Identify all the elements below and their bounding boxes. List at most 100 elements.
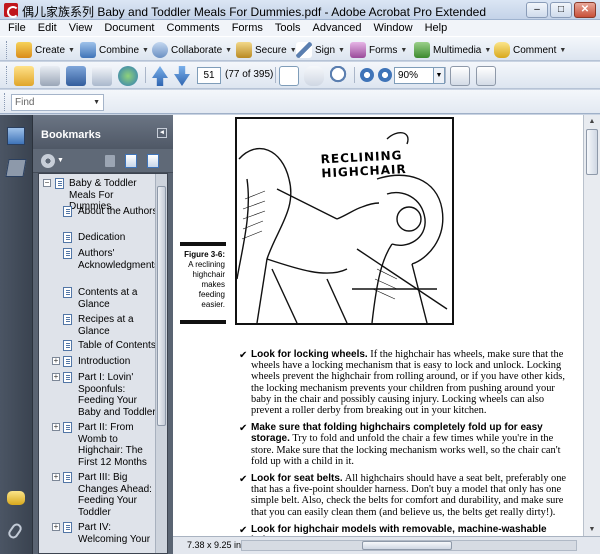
create-button[interactable]: Create ▼	[16, 42, 75, 58]
previous-page-icon[interactable]	[152, 66, 168, 86]
page-number-input[interactable]	[197, 67, 221, 84]
chevron-down-icon: ▼	[435, 72, 443, 79]
toolbar-grip[interactable]	[6, 41, 9, 59]
multimedia-button[interactable]: Multimedia ▼	[414, 42, 491, 58]
delete-trash-icon[interactable]	[105, 155, 115, 167]
collapse-panel-button[interactable]: ◂	[157, 128, 167, 138]
expand-toggle-icon[interactable]: +	[52, 523, 60, 531]
bookmarks-panel-icon[interactable]	[7, 127, 25, 145]
email-icon[interactable]	[92, 66, 112, 86]
expand-toggle-icon[interactable]: +	[52, 473, 60, 481]
chevron-down-icon[interactable]: ▼	[93, 95, 100, 110]
menu-document[interactable]: Document	[104, 22, 154, 34]
toolbar-separator	[354, 67, 355, 83]
bookmarks-title: Bookmarks	[41, 129, 101, 141]
bookmarks-scrollbar[interactable]	[155, 174, 167, 553]
find-input[interactable]: Find ▼	[11, 94, 104, 111]
toolbar-grip[interactable]	[6, 66, 9, 84]
list-item: ✔ Look for locking wheels. If the highch…	[239, 349, 565, 417]
zoom-in-icon[interactable]	[378, 68, 392, 82]
print-icon[interactable]	[40, 66, 60, 86]
expand-toggle-icon[interactable]: +	[52, 357, 60, 365]
scrollbar-thumb[interactable]	[586, 129, 598, 175]
collaborate-icon	[152, 42, 168, 58]
bookmark-page-icon	[63, 232, 72, 243]
fit-page-icon[interactable]	[450, 66, 470, 86]
toolbar-separator	[445, 67, 446, 83]
lock-icon	[236, 42, 252, 58]
maximize-button[interactable]: □	[550, 2, 572, 18]
close-button[interactable]: ✕	[574, 2, 596, 18]
bookmark-page-icon	[63, 422, 72, 433]
sign-button[interactable]: Sign ▼	[296, 42, 345, 58]
menu-forms[interactable]: Forms	[232, 22, 263, 34]
select-text-cursor-icon[interactable]	[279, 66, 299, 86]
document-view: RECLINING HIGHCHAIR Figure 3-6: A reclin…	[173, 115, 600, 554]
zoom-dropdown-button[interactable]: ▼	[433, 67, 445, 84]
title-bar: 偶儿家族系列 Baby and Toddler Meals For Dummie…	[0, 0, 600, 20]
scrollbar-thumb[interactable]	[362, 541, 452, 550]
new-bookmark-icon[interactable]	[125, 154, 137, 168]
scroll-up-icon[interactable]: ▲	[584, 115, 600, 128]
document-scrollbar[interactable]: ▲ ▼	[583, 115, 600, 536]
scroll-down-icon[interactable]: ▼	[584, 523, 600, 536]
bookmark-page-icon	[63, 356, 72, 367]
menu-help[interactable]: Help	[425, 22, 448, 34]
zoom-out-icon[interactable]	[360, 68, 374, 82]
comments-panel-icon[interactable]	[7, 491, 25, 505]
bookmark-page-icon	[63, 314, 72, 325]
collapse-toggle-icon[interactable]: −	[43, 179, 51, 187]
full-screen-icon[interactable]	[476, 66, 496, 86]
chevron-down-icon: ▼	[68, 46, 75, 54]
bookmarks-header: Bookmarks ◂	[33, 115, 173, 149]
options-gear-icon[interactable]	[41, 154, 55, 168]
next-page-icon[interactable]	[174, 66, 190, 86]
attachments-paperclip-icon[interactable]	[6, 521, 24, 541]
create-icon	[16, 42, 32, 58]
bookmark-page-icon	[55, 178, 64, 189]
chevron-down-icon[interactable]: ▼	[57, 157, 64, 164]
forms-icon	[350, 42, 366, 58]
save-icon[interactable]	[66, 66, 86, 86]
expand-bookmark-icon[interactable]	[147, 154, 159, 168]
page-count: (77 of 395)	[225, 69, 274, 80]
menu-file[interactable]: File	[8, 22, 26, 34]
zoom-input[interactable]: 90%	[394, 67, 434, 84]
comment-button[interactable]: Comment ▼	[494, 42, 566, 58]
hand-tool-icon[interactable]	[304, 66, 324, 86]
chevron-down-icon: ▼	[484, 46, 492, 54]
bookmarks-tree: − Baby & Toddler Meals For Dummies About…	[38, 173, 168, 554]
toolbar-separator	[145, 67, 146, 83]
chevron-down-icon: ▼	[400, 46, 408, 54]
page-dimensions: 7.38 x 9.25 in	[187, 540, 242, 550]
combine-button[interactable]: Combine ▼	[80, 42, 149, 58]
forms-button[interactable]: Forms ▼	[350, 42, 407, 58]
open-folder-icon[interactable]	[14, 66, 34, 86]
menu-comments[interactable]: Comments	[167, 22, 220, 34]
collaborate-button[interactable]: Collaborate ▼	[152, 42, 232, 58]
zoom-tool-icon[interactable]	[330, 66, 350, 86]
signatures-panel-icon[interactable]	[5, 159, 27, 177]
menu-window[interactable]: Window	[373, 22, 412, 34]
figure-illustration: RECLINING HIGHCHAIR	[235, 117, 454, 325]
chevron-down-icon: ▼	[559, 46, 567, 54]
menu-advanced[interactable]: Advanced	[313, 22, 362, 34]
expand-toggle-icon[interactable]: +	[52, 423, 60, 431]
expand-toggle-icon[interactable]: +	[52, 373, 60, 381]
check-mark-icon: ✔	[239, 350, 248, 361]
scrollbar-thumb[interactable]	[157, 186, 166, 426]
secure-button[interactable]: Secure ▼	[236, 42, 297, 58]
caption-rule	[180, 320, 226, 324]
minimize-button[interactable]: –	[526, 2, 548, 18]
horizontal-scrollbar[interactable]	[241, 540, 577, 551]
bullet-list: ✔ Look for locking wheels. If the highch…	[239, 349, 569, 536]
bookmark-page-icon	[63, 287, 72, 298]
web-globe-icon[interactable]	[118, 66, 138, 86]
bookmarks-toolbar: ▼	[33, 149, 173, 173]
menu-view[interactable]: View	[69, 22, 93, 34]
toolbar-grip[interactable]	[4, 93, 7, 111]
list-item: ✔ Look for highchair models with removab…	[239, 523, 547, 536]
figure-caption: Figure 3-6: A reclining highchair makes …	[179, 250, 225, 310]
menu-tools[interactable]: Tools	[275, 22, 301, 34]
menu-edit[interactable]: Edit	[38, 22, 57, 34]
